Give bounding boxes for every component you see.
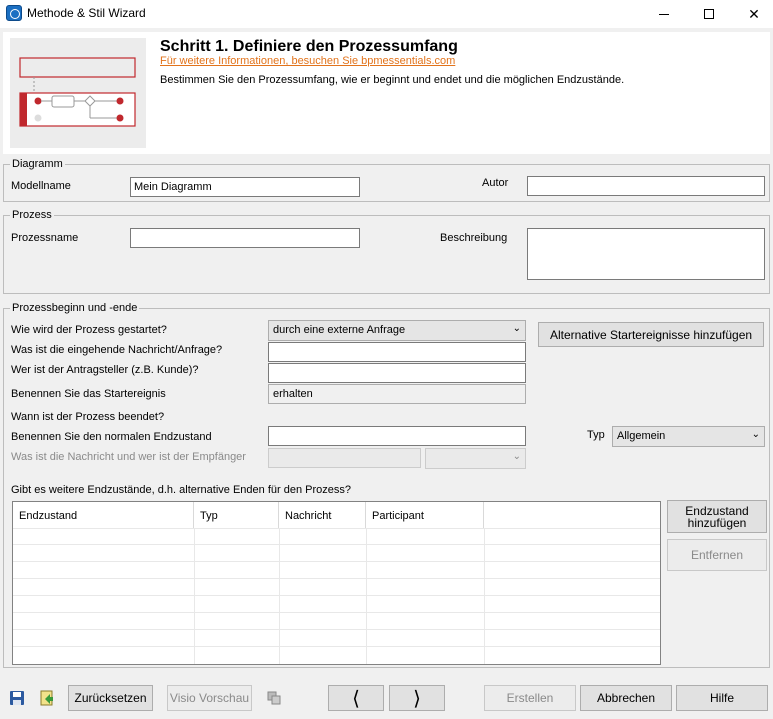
column-header: Nachricht (279, 502, 366, 528)
save-button[interactable] (5, 687, 29, 709)
copy-icon (267, 691, 281, 705)
author-label: Autor (482, 177, 509, 189)
model-name-input[interactable]: Mein Diagramm (130, 177, 360, 197)
app-icon (6, 5, 22, 21)
chevron-down-icon: ⌄ (751, 429, 760, 440)
description-label: Beschreibung (440, 232, 508, 244)
alt-start-events-button[interactable]: Alternative Startereignisse hinzufügen (538, 322, 764, 347)
open-button[interactable] (35, 687, 59, 709)
chevron-right-icon: ⟩ (413, 687, 421, 710)
chevron-down-icon: ⌄ (512, 451, 521, 462)
requester-label: Wer ist der Antragsteller (z.B. Kunde)? (11, 364, 199, 376)
close-button[interactable]: ✕ (731, 0, 773, 28)
normal-end-label: Benennen Sie den normalen Endzustand (11, 431, 212, 443)
type-label: Typ (587, 429, 605, 441)
step-description: Bestimmen Sie den Prozessumfang, wie er … (160, 74, 625, 86)
save-icon (10, 691, 24, 705)
type-value: Allgemein (617, 430, 666, 442)
process-legend: Prozess (12, 209, 52, 221)
further-end-label: Gibt es weitere Endzustände, d.h. altern… (11, 484, 351, 496)
normal-end-input[interactable] (268, 426, 526, 446)
incoming-message-input[interactable] (268, 342, 526, 362)
open-file-icon (40, 690, 53, 706)
column-header: Typ (194, 502, 279, 528)
next-button[interactable]: ⟩ (389, 685, 445, 711)
maximize-icon (704, 9, 714, 19)
description-input[interactable] (527, 228, 765, 280)
minimize-icon (659, 13, 669, 15)
how-started-value: durch eine externe Anfrage (273, 324, 406, 336)
add-end-state-button[interactable]: Endzustand hinzufügen (667, 500, 767, 533)
how-started-label: Wie wird der Prozess gestartet? (11, 324, 167, 336)
type-select[interactable]: Allgemein ⌄ (612, 426, 765, 447)
process-name-label: Prozessname (11, 232, 79, 244)
column-header: Endzustand (13, 502, 194, 528)
end-states-table[interactable]: Endzustand Typ Nachricht Participant (12, 501, 661, 665)
chevron-down-icon: ⌄ (512, 323, 521, 334)
copy-button[interactable] (262, 687, 286, 709)
start-event-field: erhalten (268, 384, 526, 404)
message-receiver-input (268, 448, 421, 468)
maximize-button[interactable] (686, 0, 732, 28)
start-end-legend: Prozessbeginn und -ende (12, 302, 138, 314)
message-receiver-label: Was ist die Nachricht und wer ist der Em… (11, 451, 246, 463)
visio-preview-button[interactable]: Visio Vorschau (167, 685, 252, 711)
how-started-select[interactable]: durch eine externe Anfrage ⌄ (268, 320, 526, 341)
info-link[interactable]: Für weitere Informationen, besuchen Sie … (160, 55, 455, 67)
reset-button[interactable]: Zurücksetzen (68, 685, 153, 711)
column-header: Participant (366, 502, 484, 528)
remove-button[interactable]: Entfernen (667, 539, 767, 571)
incoming-message-label: Was ist die eingehende Nachricht/Anfrage… (11, 344, 223, 356)
cancel-button[interactable]: Abbrechen (580, 685, 672, 711)
process-diagram-thumbnail (10, 38, 146, 148)
help-button[interactable]: Hilfe (676, 685, 768, 711)
minimize-button[interactable] (641, 0, 687, 28)
model-name-label: Modellname (11, 180, 71, 192)
step-title: Schritt 1. Definiere den Prozessumfang (160, 38, 458, 55)
back-button[interactable]: ⟨ (328, 685, 384, 711)
create-button[interactable]: Erstellen (484, 685, 576, 711)
process-name-input[interactable] (130, 228, 360, 248)
requester-input[interactable] (268, 363, 526, 383)
start-event-label: Benennen Sie das Startereignis (11, 388, 166, 400)
window-title: Methode & Stil Wizard (27, 6, 146, 20)
diagram-illustration-icon (19, 57, 136, 127)
author-input[interactable] (527, 176, 765, 196)
diagram-legend: Diagramm (12, 158, 63, 170)
receiver-select: ⌄ (425, 448, 526, 469)
close-icon: ✕ (748, 5, 760, 22)
when-ended-label: Wann ist der Prozess beendet? (11, 411, 165, 423)
chevron-left-icon: ⟨ (352, 687, 360, 710)
